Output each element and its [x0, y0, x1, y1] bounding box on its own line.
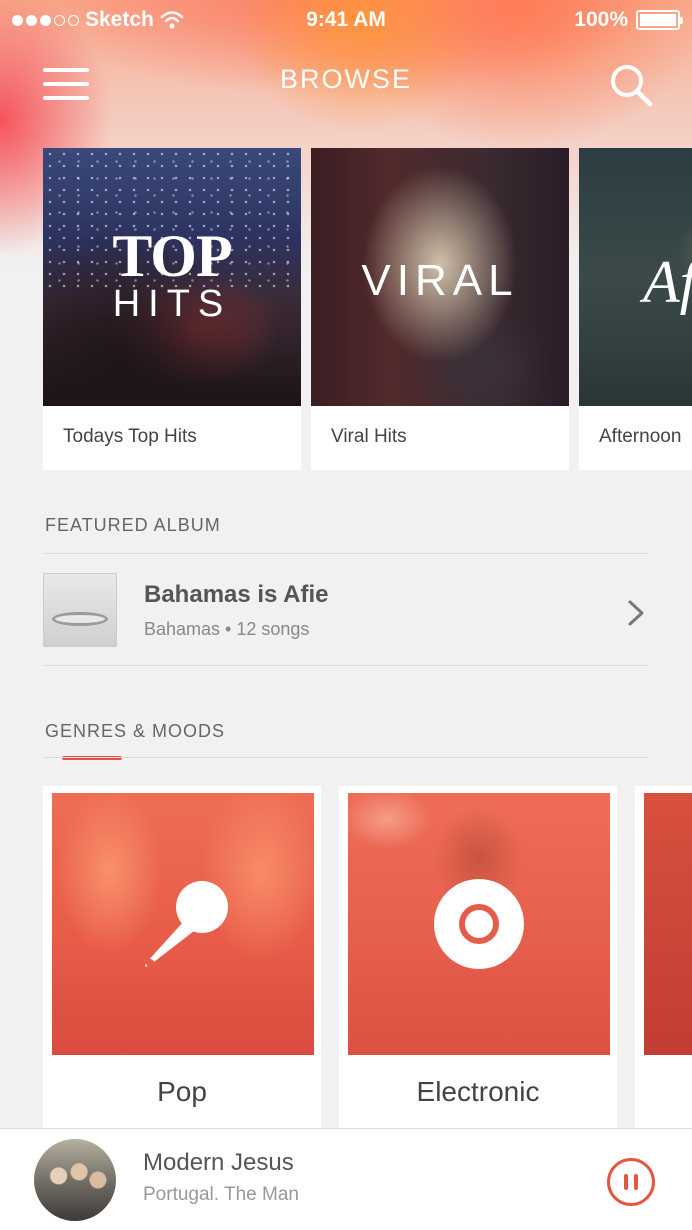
featured-album-heading: FEATURED ALBUM	[45, 515, 221, 535]
genres-moods-heading[interactable]: GENRES & MOODS	[45, 721, 225, 742]
cover-text-afternoon: Af	[643, 249, 692, 315]
album-subtitle: Bahamas • 12 songs	[144, 619, 310, 639]
playlist-label: Viral Hits	[331, 426, 407, 447]
playlist-card-viral-hits[interactable]: VIRAL Viral Hits	[311, 148, 569, 470]
genre-card-electronic[interactable]: Electronic	[339, 786, 617, 1130]
search-icon[interactable]	[608, 62, 654, 108]
now-playing-artwork	[34, 1139, 116, 1221]
divider	[43, 757, 648, 758]
album-cover	[43, 573, 117, 647]
now-playing-bar[interactable]: Modern Jesus Portugal. The Man	[0, 1128, 692, 1230]
cover-text-hits: HITS	[112, 283, 232, 325]
chevron-right-icon[interactable]	[627, 599, 645, 627]
playlist-label: Todays Top Hits	[63, 426, 197, 447]
genre-label: Pop	[157, 1076, 207, 1107]
pause-icon-bar	[624, 1174, 628, 1190]
microphone-icon	[145, 881, 228, 967]
record-icon	[434, 879, 524, 969]
genre-card-pop[interactable]: Pop	[43, 786, 321, 1130]
genre-cover-partial	[644, 793, 692, 1055]
featured-album-row[interactable]: Bahamas is Afie Bahamas • 12 songs	[43, 555, 648, 665]
genre-cover-pop	[52, 793, 314, 1055]
now-playing-title: Modern Jesus	[143, 1149, 294, 1176]
playlist-card-top-hits[interactable]: TOP HITS Todays Top Hits	[43, 148, 301, 470]
playlist-carousel[interactable]: TOP HITS Todays Top Hits VIRAL Viral Hit…	[43, 148, 692, 470]
playlist-cover-text: TOP HITS	[43, 223, 301, 325]
now-playing-artist: Portugal. The Man	[143, 1184, 299, 1205]
genre-cover-electronic	[348, 793, 610, 1055]
battery-icon	[636, 10, 683, 30]
playlist-cover-afternoon: Af	[579, 148, 692, 406]
genre-carousel[interactable]: Pop Electronic	[43, 786, 692, 1130]
status-bar: Sketch 9:41 AM 100%	[0, 0, 692, 40]
divider	[43, 553, 648, 554]
ring-artwork	[52, 612, 108, 626]
playlist-card-afternoon[interactable]: Af Afternoon	[579, 148, 692, 470]
playlist-label: Afternoon	[599, 426, 682, 447]
playlist-cover-top-hits: TOP HITS	[43, 148, 301, 406]
pause-icon-bar	[634, 1174, 638, 1190]
battery-percent: 100%	[574, 8, 628, 31]
album-title: Bahamas is Afie	[144, 581, 329, 608]
genre-card-partial[interactable]	[635, 786, 692, 1130]
playlist-cover-viral: VIRAL	[311, 148, 569, 406]
page-title: BROWSE	[279, 64, 412, 94]
pause-button[interactable]	[607, 1158, 655, 1206]
genre-label: Electronic	[416, 1076, 540, 1107]
status-right: 100%	[574, 8, 683, 32]
divider	[43, 665, 648, 666]
cover-text-viral: VIRAL	[361, 256, 519, 305]
nav-bar: BROWSE	[0, 50, 692, 114]
cover-text-top: TOP	[112, 223, 232, 289]
